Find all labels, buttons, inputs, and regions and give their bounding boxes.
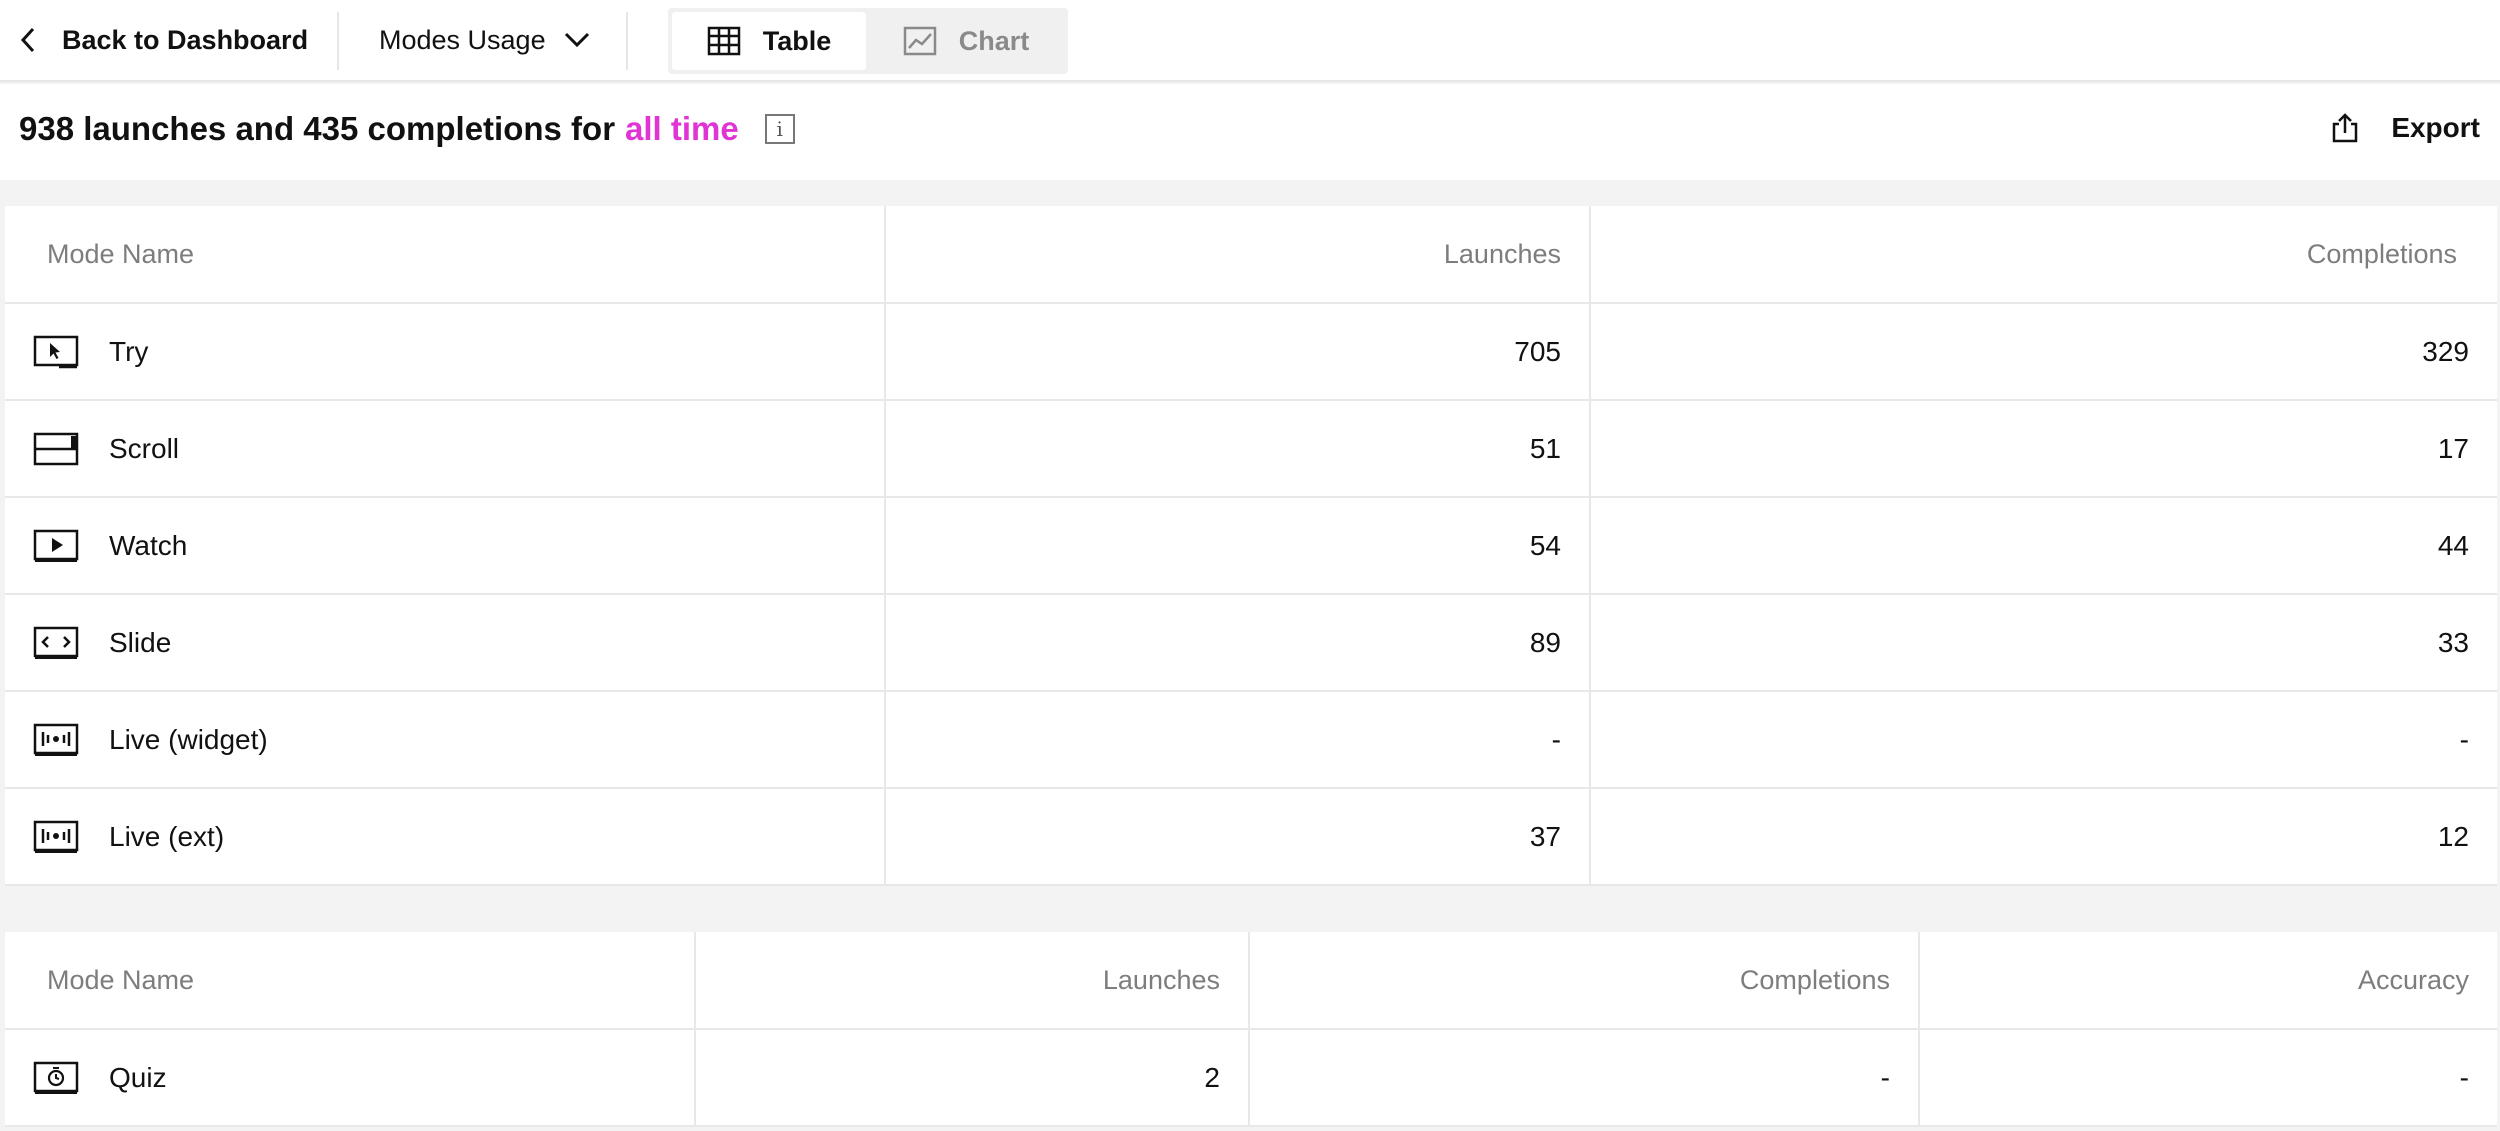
launches-cell: 2 (694, 1029, 1249, 1127)
report-selector-label: Modes Usage (379, 24, 546, 55)
table-header-row: Mode Name Launches Completions (5, 206, 2497, 304)
completions-cell: - (1248, 1029, 1919, 1127)
view-toggle: Table Chart (668, 8, 1068, 74)
table-row[interactable]: Slide 89 33 (5, 594, 2497, 692)
completions-cell: - (1589, 691, 2497, 789)
share-export-icon (2333, 113, 2358, 143)
column-header-launches[interactable]: Launches (694, 932, 1249, 1030)
table-row[interactable]: Try 705 329 (5, 303, 2497, 401)
chart-view-label: Chart (958, 25, 1030, 56)
mode-name: Live (ext) (109, 820, 225, 852)
table-row[interactable]: Live (ext) 37 12 (5, 788, 2497, 886)
mode-name-cell: Watch (5, 497, 885, 595)
launches-cell: 51 (884, 400, 1590, 498)
table-row[interactable]: Watch 54 44 (5, 497, 2497, 595)
accuracy-cell: - (1918, 1029, 2497, 1127)
scroll-mode-icon (33, 432, 79, 465)
mode-name: Scroll (109, 432, 180, 464)
live-mode-icon (33, 723, 79, 756)
column-header-completions[interactable]: Completions (1248, 932, 1919, 1030)
mode-name-cell: Live (ext) (5, 788, 885, 886)
mode-name-cell: Quiz (5, 1029, 695, 1127)
quiz-usage-table: Mode Name Launches Completions Accuracy … (5, 932, 2497, 1127)
completions-cell: 17 (1589, 400, 2497, 498)
period-selector[interactable]: all time (625, 110, 739, 148)
report-selector-dropdown[interactable]: Modes Usage (379, 20, 590, 60)
mode-name: Try (109, 335, 149, 367)
modes-usage-table: Mode Name Launches Completions Try 705 329… (5, 206, 2497, 886)
launches-cell: 37 (884, 788, 1590, 886)
try-mode-icon (33, 335, 79, 368)
line-chart-icon (903, 26, 936, 56)
launches-cell: 89 (884, 594, 1590, 692)
table-icon (707, 26, 740, 56)
back-label: Back to Dashboard (62, 24, 309, 55)
chevron-down-icon (564, 32, 589, 48)
mode-name-cell: Try (5, 303, 885, 401)
column-header-accuracy[interactable]: Accuracy (1918, 932, 2497, 1030)
table-view-button[interactable]: Table (672, 12, 866, 70)
divider (626, 12, 628, 70)
divider (337, 12, 339, 70)
summary-text: 938 launches and 435 completions for (19, 110, 616, 147)
column-header-mode-name[interactable]: Mode Name (5, 206, 885, 304)
summary-line: 938 launches and 435 completions for all… (19, 110, 795, 148)
table-row[interactable]: Scroll 51 17 (5, 400, 2497, 498)
slide-mode-icon (33, 626, 79, 659)
table-header-row: Mode Name Launches Completions Accuracy (5, 932, 2497, 1030)
chart-view-button[interactable]: Chart (868, 12, 1064, 70)
export-label: Export (2391, 112, 2480, 143)
summary-header: 938 launches and 435 completions for all… (0, 84, 2500, 180)
mode-name: Watch (109, 529, 188, 561)
chevron-left-icon (20, 27, 35, 53)
mode-name-cell: Scroll (5, 400, 885, 498)
mode-name-cell: Slide (5, 594, 885, 692)
quiz-mode-icon (33, 1061, 79, 1094)
mode-name: Slide (109, 626, 172, 658)
completions-cell: 33 (1589, 594, 2497, 692)
info-icon[interactable]: i (764, 114, 795, 144)
table-row[interactable]: Quiz 2- - (5, 1029, 2497, 1127)
completions-cell: 12 (1589, 788, 2497, 886)
column-header-mode-name[interactable]: Mode Name (5, 932, 695, 1030)
table-row[interactable]: Live (widget) - - (5, 691, 2497, 789)
completions-cell: 44 (1589, 497, 2497, 595)
completions-cell: 329 (1589, 303, 2497, 401)
launches-cell: 54 (884, 497, 1590, 595)
launches-cell: 705 (884, 303, 1590, 401)
column-header-launches[interactable]: Launches (884, 206, 1590, 304)
mode-name: Live (widget) (109, 723, 268, 755)
back-to-dashboard-button[interactable]: Back to Dashboard (18, 20, 308, 60)
mode-name-cell: Live (widget) (5, 691, 885, 789)
live-mode-icon (33, 820, 79, 853)
mode-name: Quiz (109, 1061, 167, 1093)
top-toolbar: Back to Dashboard Modes Usage Table Char… (0, 0, 2500, 82)
column-header-completions[interactable]: Completions (1589, 206, 2497, 304)
export-button[interactable]: Export (2329, 112, 2480, 144)
watch-mode-icon (33, 529, 79, 562)
table-view-label: Table (762, 25, 832, 56)
launches-cell: - (884, 691, 1590, 789)
